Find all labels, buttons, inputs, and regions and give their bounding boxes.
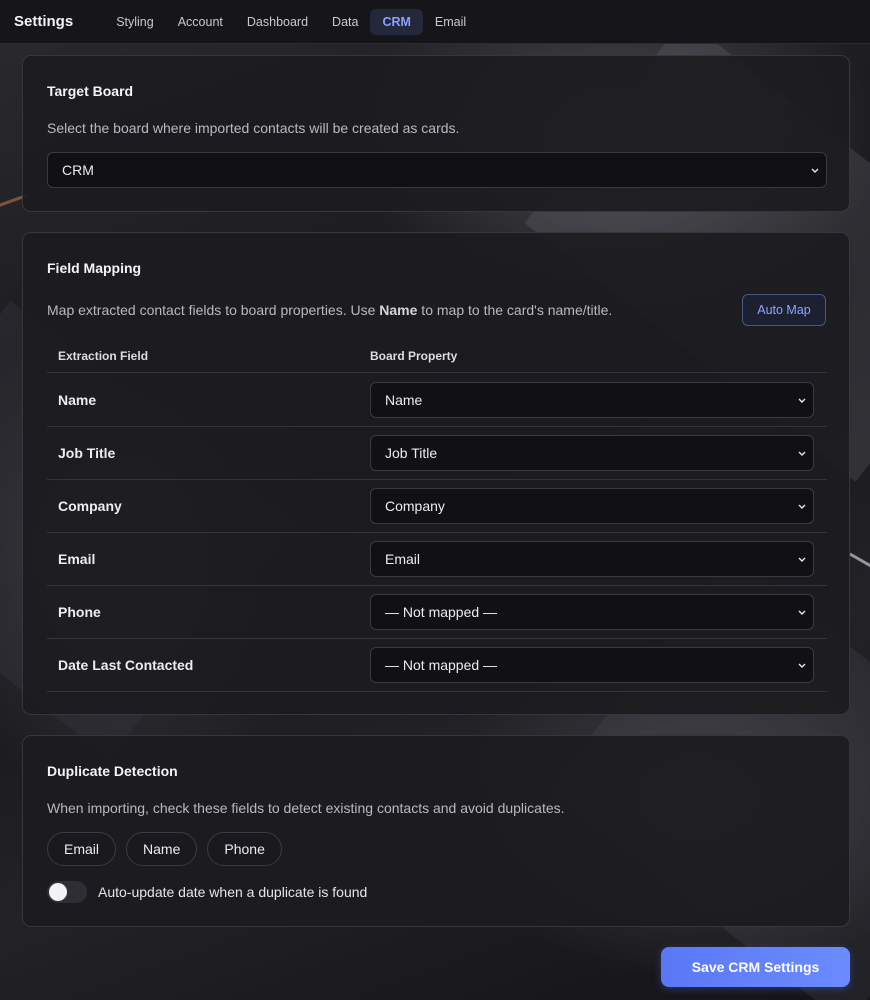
chip-phone[interactable]: Phone — [207, 832, 282, 866]
duplicate-detection-card: Duplicate Detection When importing, chec… — [22, 735, 850, 927]
board-property-value: Email — [385, 551, 421, 567]
chevron-down-icon — [795, 605, 809, 619]
board-property-select[interactable]: Name — [370, 382, 814, 418]
chevron-down-icon — [808, 163, 822, 177]
extraction-field-name: Phone — [58, 604, 101, 620]
chip-email[interactable]: Email — [47, 832, 117, 866]
top-nav-bar: Settings Styling Account Dashboard Data … — [0, 0, 870, 44]
field-mapping-title: Field Mapping — [47, 260, 142, 276]
table-row: Date Last Contacted — Not mapped — — [47, 639, 827, 692]
board-property-select[interactable]: — Not mapped — — [370, 647, 814, 683]
header-extraction-field: Extraction Field — [58, 349, 149, 363]
board-property-value: Company — [385, 498, 445, 514]
board-property-select[interactable]: Company — [370, 488, 814, 524]
chevron-down-icon — [795, 552, 809, 566]
extraction-field-name: Job Title — [58, 445, 116, 461]
description-bold-name: Name — [379, 302, 418, 318]
table-row: Job Title Job Title — [47, 427, 827, 480]
table-row: Email Email — [47, 533, 827, 586]
description-text: Map extracted contact fields to board pr… — [47, 302, 380, 318]
field-mapping-card: Field Mapping Map extracted contact fiel… — [22, 232, 850, 715]
table-row: Name Name — [47, 374, 827, 427]
auto-update-setting: Auto-update date when a duplicate is fou… — [47, 881, 367, 903]
app-title: Settings — [14, 13, 74, 30]
chevron-down-icon — [795, 658, 809, 672]
chip-name[interactable]: Name — [126, 832, 198, 866]
extraction-field-name: Company — [58, 498, 122, 514]
board-property-value: Name — [385, 392, 423, 408]
target-board-description: Select the board where imported contacts… — [47, 120, 460, 136]
auto-update-label: Auto-update date when a duplicate is fou… — [98, 884, 368, 900]
description-text-end: to map to the card's name/title. — [417, 302, 613, 318]
table-row: Phone — Not mapped — — [47, 586, 827, 639]
tab-email[interactable]: Email — [423, 9, 478, 35]
target-board-value: CRM — [62, 162, 94, 178]
extraction-field-name: Name — [58, 392, 97, 408]
auto-update-toggle[interactable] — [47, 881, 87, 903]
duplicate-field-chips: Email Name Phone — [47, 832, 282, 866]
target-board-card: Target Board Select the board where impo… — [22, 55, 850, 212]
tab-dashboard[interactable]: Dashboard — [235, 9, 320, 35]
field-mapping-description: Map extracted contact fields to board pr… — [47, 302, 612, 318]
extraction-field-name: Email — [58, 551, 96, 567]
tab-account[interactable]: Account — [166, 9, 235, 35]
board-property-value: Job Title — [385, 445, 438, 461]
board-property-select[interactable]: Job Title — [370, 435, 814, 471]
board-property-select[interactable]: Email — [370, 541, 814, 577]
chevron-down-icon — [795, 446, 809, 460]
target-board-select[interactable]: CRM — [47, 152, 827, 188]
board-property-value: — Not mapped — — [385, 604, 498, 620]
chevron-down-icon — [795, 393, 809, 407]
auto-map-button[interactable]: Auto Map — [742, 294, 826, 326]
extraction-field-name: Date Last Contacted — [58, 657, 194, 673]
chevron-down-icon — [795, 499, 809, 513]
target-board-title: Target Board — [47, 83, 134, 99]
tab-data[interactable]: Data — [320, 9, 370, 35]
toggle-knob — [49, 883, 67, 901]
header-board-property: Board Property — [370, 349, 458, 363]
board-property-value: — Not mapped — — [385, 657, 498, 673]
tab-styling[interactable]: Styling — [104, 9, 166, 35]
duplicate-detection-description: When importing, check these fields to de… — [47, 800, 565, 816]
settings-tabs: Styling Account Dashboard Data CRM Email — [104, 8, 478, 35]
board-property-select[interactable]: — Not mapped — — [370, 594, 814, 630]
duplicate-detection-title: Duplicate Detection — [47, 763, 178, 779]
save-crm-settings-button[interactable]: Save CRM Settings — [661, 947, 850, 987]
tab-crm[interactable]: CRM — [370, 8, 423, 35]
mapping-table-header: Extraction Field Board Property — [47, 349, 827, 373]
table-row: Company Company — [47, 480, 827, 533]
